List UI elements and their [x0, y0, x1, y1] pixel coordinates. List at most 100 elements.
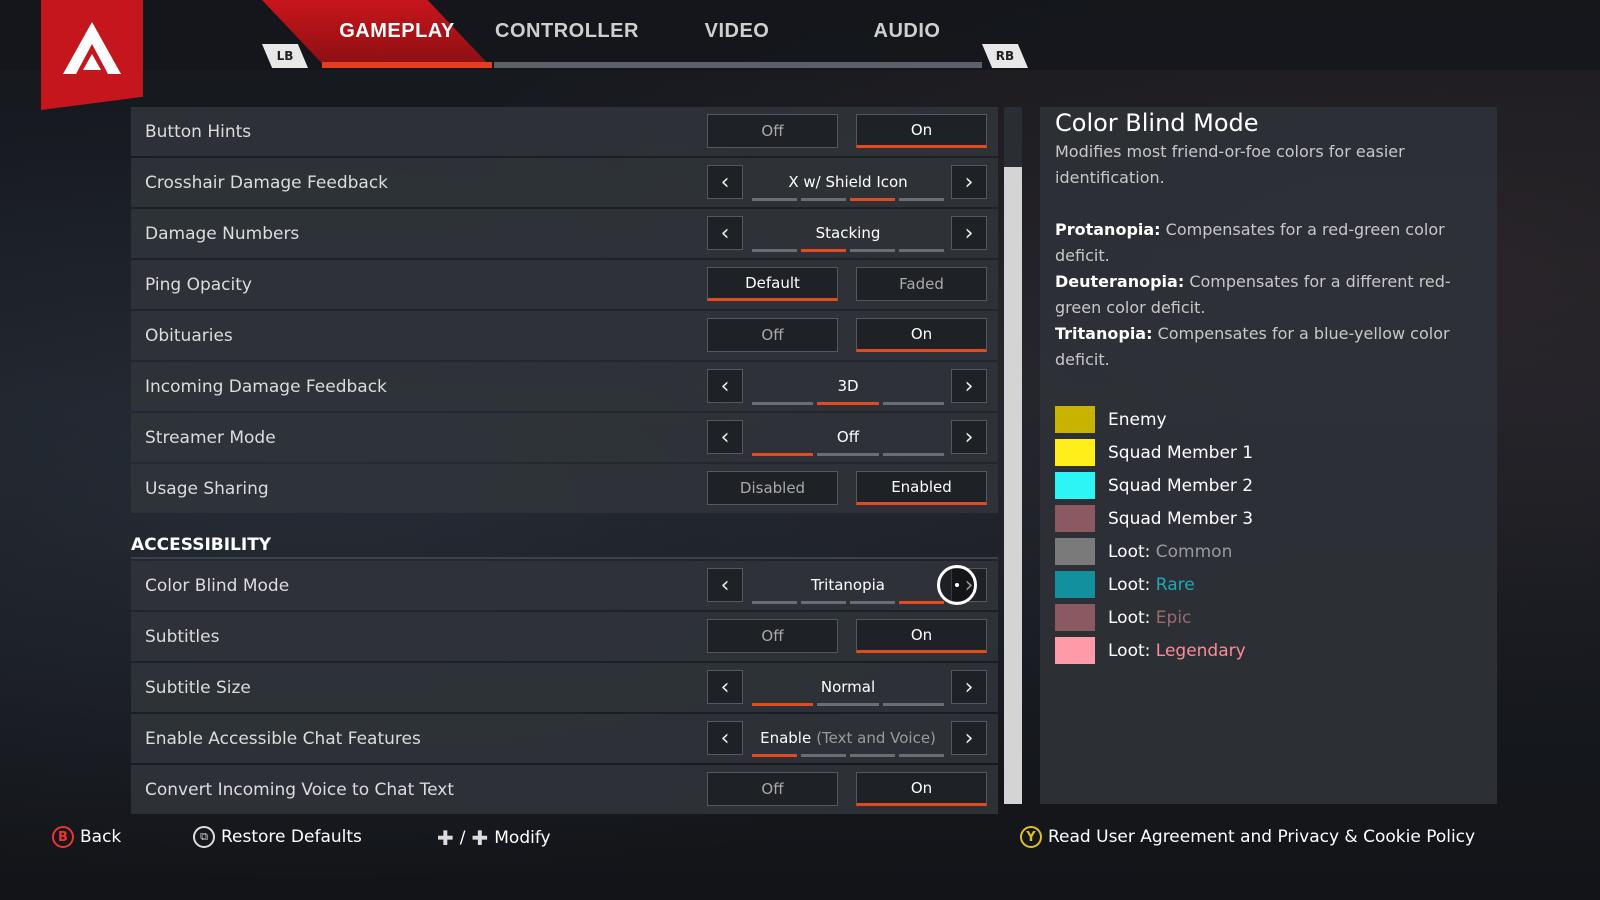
- option-indicator: [752, 703, 944, 706]
- tritanopia-desc: Tritanopia: Compensates for a blue-yello…: [1055, 324, 1450, 369]
- restore-defaults-button[interactable]: ⧉ Restore Defaults: [193, 826, 362, 848]
- chevron-left-icon[interactable]: ‹: [707, 165, 743, 199]
- protanopia-desc: Protanopia: Compensates for a red-green …: [1055, 220, 1445, 265]
- chevron-left-icon[interactable]: ‹: [707, 369, 743, 403]
- modify-prompt: ✚ / ✚ Modify: [437, 826, 551, 850]
- setting-subtitle-size: Subtitle Size ‹ Normal ›: [131, 663, 998, 712]
- setting-label: Damage Numbers: [145, 223, 300, 244]
- setting-incoming-damage-feedback: Incoming Damage Feedback ‹ 3D ›: [131, 362, 998, 411]
- settings-tabs: GAMEPLAY CONTROLLER VIDEO AUDIO: [262, 0, 1042, 70]
- settings-list: Button Hints Off On Crosshair Damage Fee…: [131, 107, 998, 816]
- option-indicator: [752, 198, 944, 201]
- color-legend: Enemy Squad Member 1 Squad Member 2 Squa…: [1055, 403, 1253, 667]
- obituaries-off[interactable]: Off: [707, 318, 838, 352]
- color-swatch: [1055, 505, 1095, 532]
- panel-description: Modifies most friend-or-foe colors for e…: [1055, 139, 1485, 373]
- setting-label: Usage Sharing: [145, 478, 269, 499]
- color-swatch: [1055, 637, 1095, 664]
- color-swatch: [1055, 604, 1095, 631]
- setting-label: Color Blind Mode: [145, 575, 290, 596]
- setting-label: Subtitles: [145, 626, 220, 647]
- setting-streamer-mode: Streamer Mode ‹ Off ›: [131, 413, 998, 462]
- setting-damage-numbers: Damage Numbers ‹ Stacking ›: [131, 209, 998, 258]
- setting-label: Incoming Damage Feedback: [145, 376, 387, 397]
- button-hints-off[interactable]: Off: [707, 114, 838, 148]
- back-button[interactable]: B Back: [52, 826, 121, 848]
- modify-separator: /: [459, 828, 466, 848]
- modify-label: Modify: [494, 828, 551, 848]
- cycle-value: Tritanopia: [811, 576, 885, 594]
- description-panel: Color Blind Mode Modifies most friend-or…: [1040, 107, 1497, 804]
- view-button-icon: ⧉: [193, 826, 215, 848]
- button-hints-on[interactable]: On: [856, 114, 987, 148]
- legend-item: Loot: Rare: [1055, 568, 1253, 601]
- setting-crosshair-damage-feedback: Crosshair Damage Feedback ‹ X w/ Shield …: [131, 158, 998, 207]
- cycle-value-sub: (Text and Voice): [816, 729, 936, 747]
- voice-to-chat-on[interactable]: On: [856, 772, 987, 806]
- chevron-right-icon[interactable]: ›: [951, 165, 987, 199]
- setting-accessible-chat: Enable Accessible Chat Features ‹ Enable…: [131, 714, 998, 763]
- b-button-icon: B: [52, 826, 74, 848]
- apex-logo: [41, 0, 143, 110]
- apex-logo-icon: [63, 22, 121, 74]
- setting-label: Ping Opacity: [145, 274, 252, 295]
- restore-defaults-label: Restore Defaults: [221, 827, 362, 847]
- legend-item: Enemy: [1055, 403, 1253, 436]
- scrollbar-thumb[interactable]: [1004, 167, 1022, 804]
- setting-label: Enable Accessible Chat Features: [145, 728, 421, 749]
- tab-audio[interactable]: AUDIO: [822, 0, 992, 62]
- tab-video[interactable]: VIDEO: [652, 0, 822, 62]
- chevron-right-icon[interactable]: ›: [951, 420, 987, 454]
- setting-button-hints: Button Hints Off On: [131, 107, 998, 156]
- settings-scrollbar[interactable]: [1004, 107, 1022, 804]
- y-button-icon: Y: [1020, 826, 1042, 848]
- tab-gameplay[interactable]: GAMEPLAY: [312, 0, 482, 62]
- setting-obituaries: Obituaries Off On: [131, 311, 998, 360]
- tab-underline-active: [322, 62, 492, 68]
- dpad-icon: ✚: [471, 826, 489, 850]
- chevron-left-icon[interactable]: ‹: [707, 721, 743, 755]
- setting-label: Button Hints: [145, 121, 252, 142]
- tab-controller[interactable]: CONTROLLER: [482, 0, 652, 62]
- usage-sharing-enabled[interactable]: Enabled: [856, 471, 987, 505]
- panel-title: Color Blind Mode: [1055, 109, 1259, 137]
- user-agreement-button[interactable]: Y Read User Agreement and Privacy & Cook…: [1020, 826, 1475, 848]
- legend-item: Squad Member 1: [1055, 436, 1253, 469]
- chevron-right-icon[interactable]: ›: [951, 670, 987, 704]
- legend-item: Squad Member 3: [1055, 502, 1253, 535]
- ping-opacity-faded[interactable]: Faded: [856, 267, 987, 301]
- color-swatch: [1055, 406, 1095, 433]
- cycle-value: X w/ Shield Icon: [788, 173, 908, 191]
- cycle-value: Normal: [820, 678, 876, 696]
- ping-opacity-default[interactable]: Default: [707, 267, 838, 301]
- chevron-left-icon[interactable]: ‹: [707, 420, 743, 454]
- voice-to-chat-off[interactable]: Off: [707, 772, 838, 806]
- chevron-left-icon[interactable]: ‹: [707, 216, 743, 250]
- subtitles-on[interactable]: On: [856, 619, 987, 653]
- cycle-value: Stacking: [815, 224, 881, 242]
- obituaries-on[interactable]: On: [856, 318, 987, 352]
- setting-label: Obituaries: [145, 325, 233, 346]
- color-swatch: [1055, 538, 1095, 565]
- chevron-left-icon[interactable]: ‹: [707, 568, 743, 602]
- option-indicator: [752, 601, 944, 604]
- option-indicator: [752, 249, 944, 252]
- legend-item: Loot: Legendary: [1055, 634, 1253, 667]
- user-agreement-label: Read User Agreement and Privacy & Cookie…: [1048, 827, 1476, 847]
- setting-label: Crosshair Damage Feedback: [145, 172, 389, 193]
- setting-label: Convert Incoming Voice to Chat Text: [145, 779, 455, 800]
- subtitles-off[interactable]: Off: [707, 619, 838, 653]
- option-indicator: [752, 453, 944, 456]
- setting-ping-opacity: Ping Opacity Default Faded: [131, 260, 998, 309]
- panel-intro: Modifies most friend-or-foe colors for e…: [1055, 142, 1405, 187]
- chevron-right-icon[interactable]: ›: [951, 369, 987, 403]
- chevron-right-icon[interactable]: ›: [951, 721, 987, 755]
- usage-sharing-disabled[interactable]: Disabled: [707, 471, 838, 505]
- option-indicator: [752, 754, 944, 757]
- chevron-right-icon[interactable]: ›: [951, 216, 987, 250]
- legend-item: Loot: Epic: [1055, 601, 1253, 634]
- section-header-accessibility: ACCESSIBILITY: [131, 515, 998, 559]
- tab-underline: [494, 62, 982, 68]
- chevron-left-icon[interactable]: ‹: [707, 670, 743, 704]
- color-swatch: [1055, 472, 1095, 499]
